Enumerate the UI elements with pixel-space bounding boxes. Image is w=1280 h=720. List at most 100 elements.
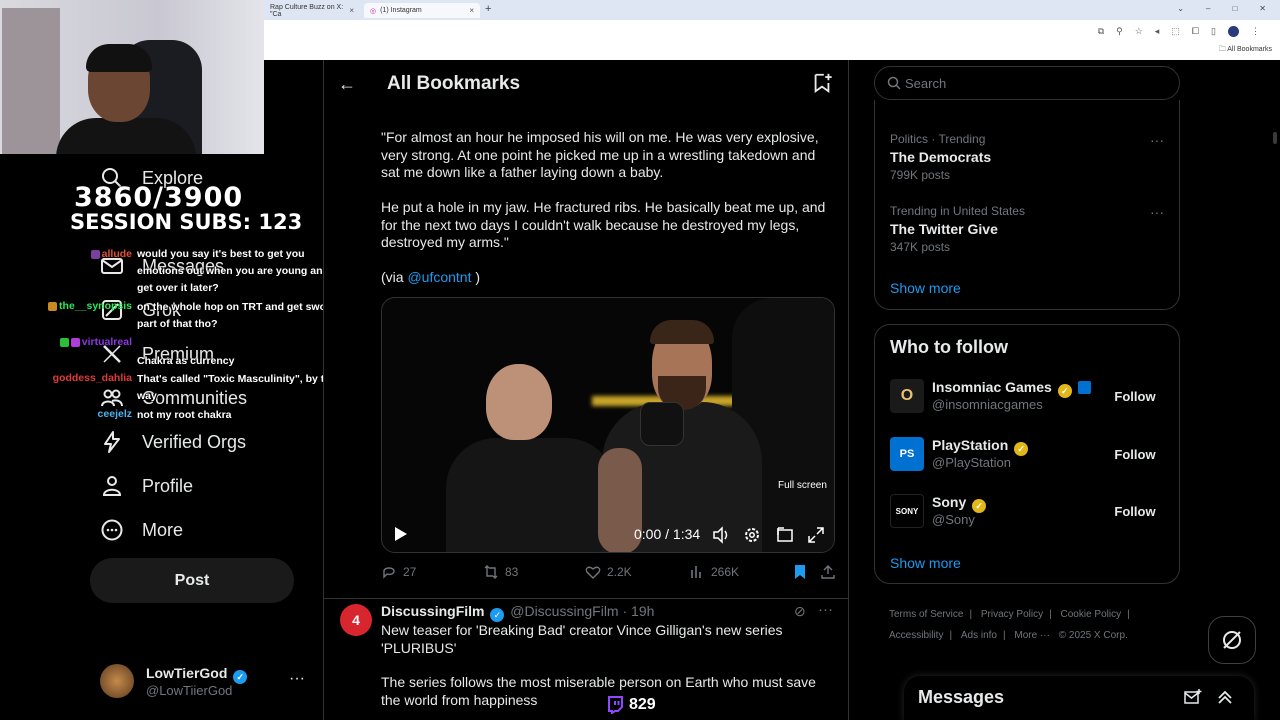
install-icon[interactable]: ⧉ [1098, 26, 1104, 37]
messages-title: Messages [918, 687, 1005, 707]
zoom-icon[interactable]: ⚲ [1116, 26, 1123, 37]
close-window-icon[interactable]: ✕ [1259, 4, 1266, 13]
settings-icon[interactable] [743, 526, 761, 544]
verified-badge-icon: ✓ [233, 670, 248, 684]
tweet-actions: 27 83 2.2K 266K [381, 564, 837, 584]
trend-context: Politics · Trending [890, 132, 986, 146]
footer-link[interactable]: Terms of Service [889, 609, 963, 620]
tab-title: Rap Culture Buzz on X: "Ca [270, 3, 344, 18]
grok-button[interactable] [1208, 616, 1256, 664]
verified-badge-icon: ✓ [1014, 442, 1029, 456]
footer-link[interactable]: Ads info [961, 630, 997, 641]
footer-link[interactable]: Cookie Policy [1061, 609, 1122, 620]
back-arrow-icon[interactable]: ← [338, 74, 356, 95]
sub-goal-counter: 3860/3900 [74, 182, 244, 213]
browser-tab[interactable]: Rap Culture Buzz on X: "Ca × [264, 3, 360, 18]
account-name-text: LowTierGod [146, 665, 228, 681]
show-more-link[interactable]: Show more [890, 280, 961, 296]
speaker-icon[interactable]: ◂ [1155, 26, 1160, 37]
new-tab-button[interactable]: + [485, 3, 491, 15]
reply-button[interactable]: 27 [381, 564, 416, 580]
scrollbar-thumb[interactable] [1273, 132, 1277, 144]
chat-text: would you say it's best to get you emoti… [137, 248, 329, 294]
trend-count: 799K posts [890, 168, 951, 182]
more-icon[interactable]: ··· [1150, 132, 1164, 148]
tweet-paragraph: He put a hole in my jaw. He fractured ri… [381, 199, 826, 250]
nav-more[interactable]: More [100, 518, 183, 542]
tweet-via: (via @ufcontnt ) [381, 269, 833, 287]
close-icon[interactable]: × [469, 6, 474, 15]
star-icon[interactable]: ☆ [1135, 26, 1143, 37]
suggestion-handle: @Sony [932, 512, 975, 527]
close-icon[interactable]: × [349, 6, 354, 15]
follow-button[interactable]: Follow [1100, 497, 1170, 525]
account-switcher[interactable]: LowTierGod ✓ @LowTiierGod ··· [100, 662, 310, 702]
suggestion-name: Sony ✓ [932, 494, 988, 513]
menu-icon[interactable]: ⋮ [1251, 26, 1260, 37]
trends-panel: Politics · Trending The Democrats 799K p… [874, 100, 1180, 310]
account-handle: @LowTiierGod [146, 683, 233, 698]
picture-in-picture-icon[interactable] [776, 526, 794, 544]
search-input[interactable]: Search [874, 66, 1180, 100]
follow-button[interactable]: Follow [1100, 382, 1170, 410]
nav-profile[interactable]: Profile [100, 474, 193, 498]
trend-context: Trending in United States [890, 204, 1025, 218]
views-button[interactable]: 266K [689, 564, 739, 580]
maximize-icon[interactable]: □ [1232, 4, 1237, 13]
author-name[interactable]: DiscussingFilm [381, 603, 484, 619]
tweet-time[interactable]: · 19h [622, 603, 654, 619]
video-figure [486, 364, 552, 440]
suggestion-handle: @PlayStation [932, 455, 1011, 470]
footer-link[interactable]: Accessibility [889, 630, 943, 641]
new-message-icon[interactable] [1184, 688, 1202, 706]
video-player[interactable]: Full screen 0:00 / 1:34 [381, 297, 835, 553]
extension-icon[interactable]: ⬚ [1171, 26, 1180, 37]
post-button[interactable]: Post [90, 558, 294, 603]
video-figure [640, 402, 684, 446]
account-name: LowTierGod ✓ [146, 665, 249, 684]
twitch-icon [608, 696, 623, 714]
footer-links: Terms of Service | Privacy Policy | Cookie… [889, 609, 1130, 641]
chat-username: allude [101, 248, 132, 260]
grok-icon[interactable]: ⊘ [794, 603, 806, 620]
messages-drawer[interactable]: Messages [904, 676, 1254, 720]
author-handle[interactable]: @DiscussingFilm [510, 603, 618, 619]
all-bookmarks-link[interactable]: 🗀 All Bookmarks [1219, 45, 1272, 56]
bookmarks-timeline: ← All Bookmarks "For almost an hour he i… [323, 60, 849, 720]
nav-verified-orgs[interactable]: Verified Orgs [100, 430, 246, 454]
extensions-icon[interactable]: ⧠ [1192, 26, 1199, 37]
bookmark-add-icon[interactable] [811, 72, 833, 94]
follow-suggestion[interactable]: SONY Sony ✓ @Sony Follow [890, 492, 1170, 532]
bookmark-filled-icon[interactable] [792, 564, 808, 580]
minimize-icon[interactable]: – [1206, 4, 1210, 13]
chevron-up-icon[interactable] [1216, 688, 1234, 706]
tab-title: (1) Instagram [380, 7, 422, 14]
browser-tab-active[interactable]: ◎ (1) Instagram × [364, 3, 480, 18]
more-icon[interactable]: ··· [289, 670, 305, 688]
trend-item[interactable]: Trending in United States The Twitter Gi… [890, 204, 1170, 254]
follow-suggestion[interactable]: O Insomniac Games ✓ @insomniacgames Foll… [890, 377, 1170, 417]
repost-button[interactable]: 83 [483, 564, 518, 580]
badge-icon [48, 301, 58, 311]
volume-icon[interactable] [712, 526, 730, 544]
share-icon[interactable] [820, 564, 836, 580]
profile-avatar[interactable] [1228, 26, 1239, 37]
play-icon[interactable] [394, 526, 408, 542]
dropdown-icon[interactable]: ⌄ [1177, 4, 1184, 13]
chat-text: That's called "Toxic Masculinity", by th… [137, 373, 337, 402]
footer-link[interactable]: More ··· [1014, 630, 1050, 641]
fullscreen-icon[interactable] [807, 526, 825, 544]
like-button[interactable]: 2.2K [585, 564, 632, 580]
trend-item[interactable]: Politics · Trending The Democrats 799K p… [890, 132, 1170, 182]
more-icon[interactable]: ··· [1150, 204, 1164, 220]
footer-link[interactable]: Privacy Policy [981, 609, 1043, 620]
tweet-paragraph: "For almost an hour he imposed his will … [381, 129, 819, 180]
follow-suggestion[interactable]: PS PlayStation ✓ @PlayStation Follow [890, 435, 1170, 475]
show-more-link[interactable]: Show more [890, 555, 961, 571]
page-scrollbar[interactable] [1272, 62, 1278, 720]
more-icon[interactable]: ··· [818, 601, 833, 618]
follow-button[interactable]: Follow [1100, 440, 1170, 468]
sidebar-icon[interactable]: ▯ [1211, 26, 1216, 37]
mention-link[interactable]: @ufcontnt [407, 269, 471, 285]
avatar[interactable]: 4 [340, 604, 372, 636]
